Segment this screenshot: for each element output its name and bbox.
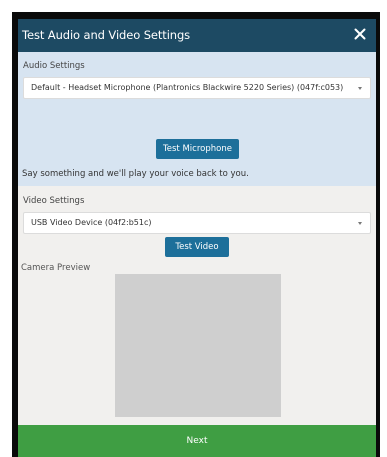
camera-preview-label: Camera Preview [21, 263, 91, 273]
screen: Test Audio and Video Settings Audio Sett… [0, 0, 387, 457]
audio-hint-text: Say something and we'll play your voice … [22, 169, 249, 179]
audio-settings-label: Audio Settings [23, 61, 85, 71]
audio-device-value: Default - Headset Microphone (Plantronic… [31, 83, 344, 92]
video-settings-label: Video Settings [23, 196, 85, 206]
test-video-button[interactable]: Test Video [165, 237, 229, 257]
next-button[interactable]: Next [18, 425, 376, 457]
dialog-title: Test Audio and Video Settings [22, 28, 191, 42]
camera-preview [115, 274, 281, 417]
chevron-down-icon [358, 87, 362, 90]
audio-settings-section: Audio Settings Default - Headset Microph… [18, 52, 376, 186]
audio-device-select[interactable]: Default - Headset Microphone (Plantronic… [23, 77, 371, 99]
test-microphone-button[interactable]: Test Microphone [156, 139, 239, 159]
settings-dialog: Test Audio and Video Settings Audio Sett… [18, 19, 376, 457]
chevron-down-icon [358, 222, 362, 225]
video-device-select[interactable]: USB Video Device (04f2:b51c) [23, 212, 371, 234]
dialog-header: Test Audio and Video Settings [18, 19, 376, 52]
video-device-value: USB Video Device (04f2:b51c) [31, 218, 152, 227]
close-icon[interactable] [352, 26, 368, 42]
